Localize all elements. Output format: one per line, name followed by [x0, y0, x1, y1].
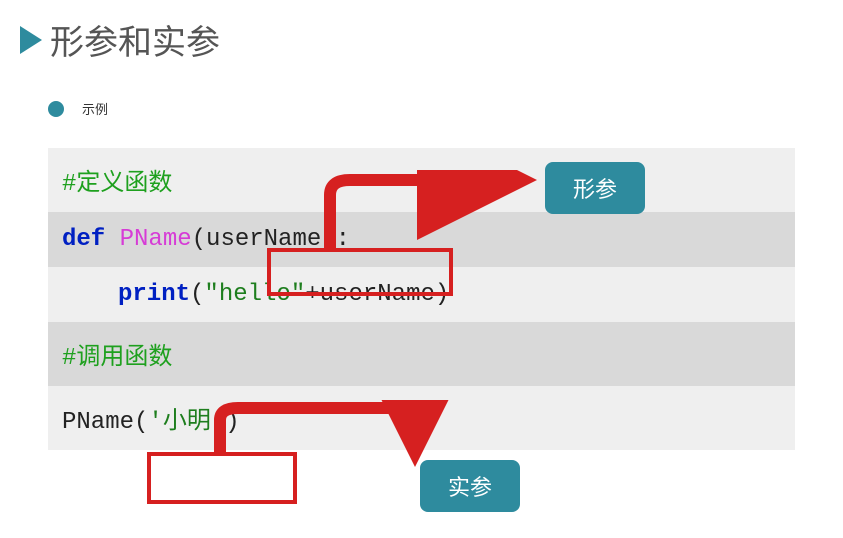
slide-title: 形参和实参 — [50, 15, 220, 64]
call-fn: PName — [62, 409, 134, 436]
kw-def: def — [62, 226, 105, 253]
paren-open: ( — [192, 226, 206, 253]
code-line-def: def PName(userName): — [48, 212, 795, 267]
var-user: userName — [320, 281, 435, 308]
print-kw: print — [118, 281, 190, 308]
param-badge: 形参 — [545, 162, 645, 214]
triangle-bullet-icon — [20, 26, 42, 54]
dot-icon — [48, 101, 64, 117]
call-open: ( — [134, 409, 148, 436]
param-name: userName — [206, 226, 321, 253]
slide-title-row: 形参和实参 — [0, 0, 843, 74]
code-line-comment-call: #调用函数 — [48, 322, 795, 386]
example-bullet-row: 示例 — [0, 74, 843, 138]
example-label: 示例 — [82, 99, 108, 118]
comment-call: #调用函数 — [62, 345, 172, 372]
paren-close: ) — [321, 226, 335, 253]
code-line-print: print("hello"+userName) — [48, 267, 795, 322]
arg-value: '小明' — [148, 409, 225, 436]
print-open: ( — [190, 281, 204, 308]
call-close: ) — [225, 409, 239, 436]
code-block: #定义函数 def PName(userName): print("hello"… — [48, 148, 795, 450]
colon: : — [336, 226, 350, 253]
comment-text: #定义函数 — [62, 171, 172, 198]
print-close: ) — [435, 281, 449, 308]
code-line-call: PName('小明') — [48, 386, 795, 450]
plus: + — [305, 281, 319, 308]
fn-name: PName — [120, 226, 192, 253]
arg-highlight-box — [147, 452, 297, 504]
code-line-comment-def: #定义函数 — [48, 148, 795, 212]
arg-badge: 实参 — [420, 460, 520, 512]
str-hello: "hello" — [204, 281, 305, 308]
